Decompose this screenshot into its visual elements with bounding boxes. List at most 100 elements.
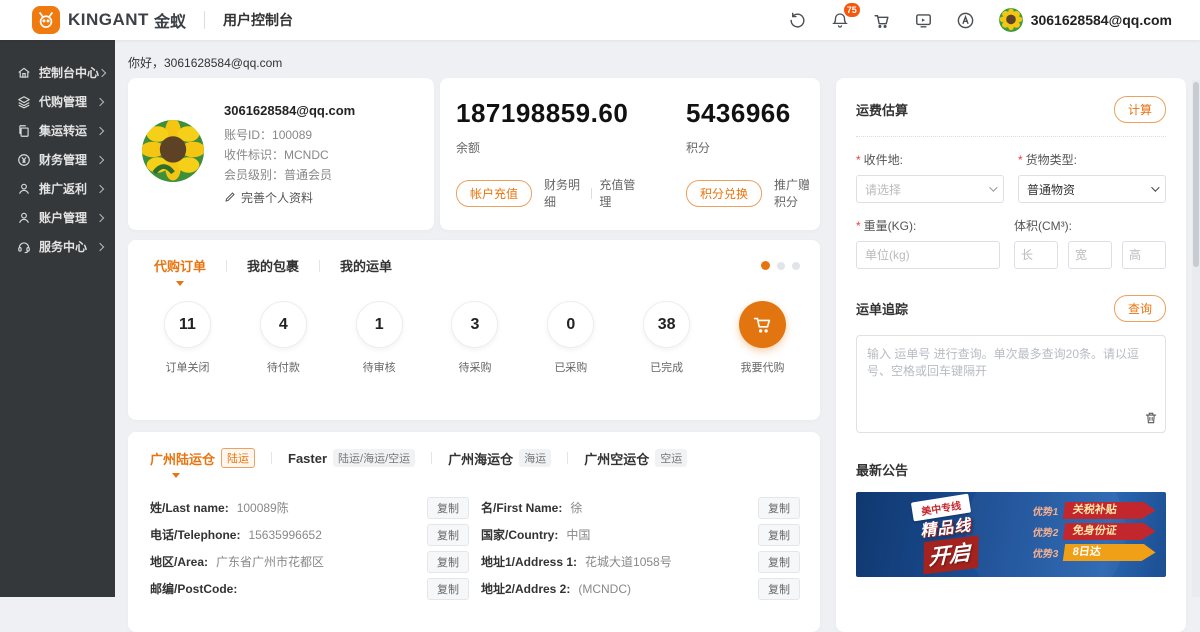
scrollbar-thumb[interactable] (1193, 82, 1199, 267)
chevron-down-icon (989, 183, 997, 191)
points-label: 积分 (686, 139, 820, 156)
finance-detail-link[interactable]: 财务明细 (544, 176, 583, 210)
cart-icon[interactable] (871, 9, 893, 31)
top-header: KINGANT 金蚁 用户控制台 75 (0, 0, 1200, 40)
tab-warehouse-faster[interactable]: Faster 陆运/海运/空运 (288, 449, 415, 467)
destination-select[interactable]: 请选择 (856, 175, 1004, 203)
copy-button[interactable]: 复制 (427, 497, 469, 519)
waybill-tracking-title: 运单追踪 (856, 299, 908, 318)
banner-headline: 精品线 开启 (919, 511, 981, 574)
height-input[interactable] (1122, 241, 1166, 269)
destination-label: 收件地: (856, 151, 1004, 168)
latest-announcement-title: 最新公告 (856, 460, 1166, 479)
tab-purchase-orders[interactable]: 代购订单 (150, 256, 210, 275)
copy-button[interactable]: 复制 (758, 551, 800, 573)
link-divider (591, 188, 592, 199)
tab-my-packages[interactable]: 我的包裹 (243, 256, 303, 275)
chevron-right-icon (96, 184, 104, 192)
brand-logo[interactable]: KINGANT 金蚁 (32, 6, 186, 34)
weight-input[interactable] (856, 241, 1000, 269)
chevron-right-icon (96, 97, 104, 105)
length-input[interactable] (1014, 241, 1058, 269)
notifications-bell-icon[interactable]: 75 (829, 9, 851, 31)
weight-label: 重量(KG): (856, 217, 1000, 234)
sidebar-item-label: 集运转运 (39, 122, 97, 139)
width-input[interactable] (1068, 241, 1112, 269)
announcement-banner[interactable]: 美中专线 精品线 开启 优势1 关税补贴 优势2 免身份证 优势3 8日达 (856, 492, 1166, 577)
chevron-right-icon (98, 68, 106, 76)
layers-icon (16, 94, 31, 109)
carousel-dot[interactable] (792, 262, 800, 270)
chevron-right-icon (96, 213, 104, 221)
cart-icon (739, 301, 786, 348)
sidebar-item-purchase-management[interactable]: 代购管理 (0, 87, 115, 116)
copy-button[interactable]: 复制 (427, 578, 469, 600)
promo-points-link[interactable]: 推广赠积分 (774, 176, 820, 210)
points-exchange-button[interactable]: 积分兑换 (686, 180, 762, 207)
copy-button[interactable]: 复制 (427, 551, 469, 573)
copy-button[interactable]: 复制 (427, 524, 469, 546)
tab-divider (226, 260, 227, 272)
tab-warehouse-land[interactable]: 广州陆运仓 陆运 (150, 448, 255, 468)
status-pending-review[interactable]: 1 待审核 (356, 301, 403, 375)
copy-button[interactable]: 复制 (758, 497, 800, 519)
sidebar-item-label: 服务中心 (39, 238, 97, 255)
copy-button[interactable]: 复制 (758, 578, 800, 600)
profile-email: 3061628584@qq.com (224, 103, 355, 118)
tab-divider (271, 452, 272, 464)
workbench-monitor-icon[interactable] (913, 9, 935, 31)
balance-label: 余额 (456, 139, 638, 156)
shipping-type-badge: 陆运 (221, 448, 255, 468)
header-account-email[interactable]: 3061628584@qq.com (1031, 12, 1172, 28)
field-country: 国家/Country: 中国 复制 (481, 521, 800, 548)
cargo-type-label: 货物类型: (1018, 151, 1166, 168)
tab-my-waybills[interactable]: 我的运单 (336, 256, 396, 275)
complete-profile-link[interactable]: 完善个人资料 (224, 189, 355, 206)
status-order-closed[interactable]: 11 订单关闭 (164, 301, 211, 375)
status-purchased[interactable]: 0 已采购 (547, 301, 594, 375)
cargo-type-select[interactable]: 普通物资 (1018, 175, 1166, 203)
sidebar-item-label: 财务管理 (39, 151, 97, 168)
brand-name-cn: 金蚁 (154, 8, 186, 32)
go-purchase-button[interactable]: 我要代购 (739, 301, 786, 375)
status-completed[interactable]: 38 已完成 (643, 301, 690, 375)
page-scrollbar[interactable] (1192, 80, 1200, 597)
balance-value: 187198859.60 (456, 98, 638, 129)
points-block: 5436966 积分 积分兑换 推广赠积分 (686, 98, 820, 230)
field-telephone: 电话/Telephone: 15635996652 复制 (150, 521, 469, 548)
banner-benefit-2: 优势2 免身份证 (1032, 523, 1157, 540)
field-postcode: 邮编/PostCode: 复制 (150, 575, 469, 602)
copy-button[interactable]: 复制 (758, 524, 800, 546)
recharge-manage-link[interactable]: 充值管理 (599, 176, 638, 210)
tab-warehouse-sea[interactable]: 广州海运仓 海运 (448, 449, 551, 468)
sidebar-item-finance-management[interactable]: 财务管理 (0, 145, 115, 174)
trash-icon[interactable] (1144, 411, 1158, 430)
sidebar-item-console-center[interactable]: 控制台中心 (0, 58, 115, 87)
freight-estimate-title: 运费估算 (856, 100, 908, 119)
chevron-right-icon (96, 155, 104, 163)
sidebar-item-consolidation-transfer[interactable]: 集运转运 (0, 116, 115, 145)
chevron-right-icon (96, 242, 104, 250)
sidebar-item-service-center[interactable]: 服务中心 (0, 232, 115, 261)
page-title: 用户控制台 (223, 10, 293, 30)
calculate-button[interactable]: 计算 (1114, 96, 1166, 123)
query-button[interactable]: 查询 (1114, 295, 1166, 322)
profile-avatar[interactable] (142, 120, 204, 182)
sidebar-item-promotion-rebate[interactable]: 推广返利 (0, 174, 115, 203)
carousel-dot[interactable] (761, 261, 770, 270)
history-icon[interactable] (787, 9, 809, 31)
user-avatar[interactable] (999, 8, 1023, 32)
recharge-button[interactable]: 帐户充值 (456, 180, 532, 207)
account-circle-icon[interactable] (955, 9, 977, 31)
status-pending-purchase[interactable]: 3 待采购 (451, 301, 498, 375)
sidebar-item-account-management[interactable]: 账户管理 (0, 203, 115, 232)
status-pending-payment[interactable]: 4 待付款 (260, 301, 307, 375)
field-address1: 地址1/Address 1: 花城大道1058号 复制 (481, 548, 800, 575)
ant-logo-icon (32, 6, 60, 34)
main-content: 你好，3061628584@qq.com 3061628584@qq.com 账… (115, 40, 1200, 597)
tab-warehouse-air[interactable]: 广州空运仓 空运 (584, 449, 687, 468)
field-first-name: 名/First Name: 徐 复制 (481, 494, 800, 521)
warehouse-address-card: 广州陆运仓 陆运 Faster 陆运/海运/空运 广州海运仓 海运 广州空运仓 … (128, 432, 820, 632)
carousel-dot[interactable] (777, 262, 785, 270)
waybill-tracking-textarea[interactable] (856, 335, 1166, 433)
